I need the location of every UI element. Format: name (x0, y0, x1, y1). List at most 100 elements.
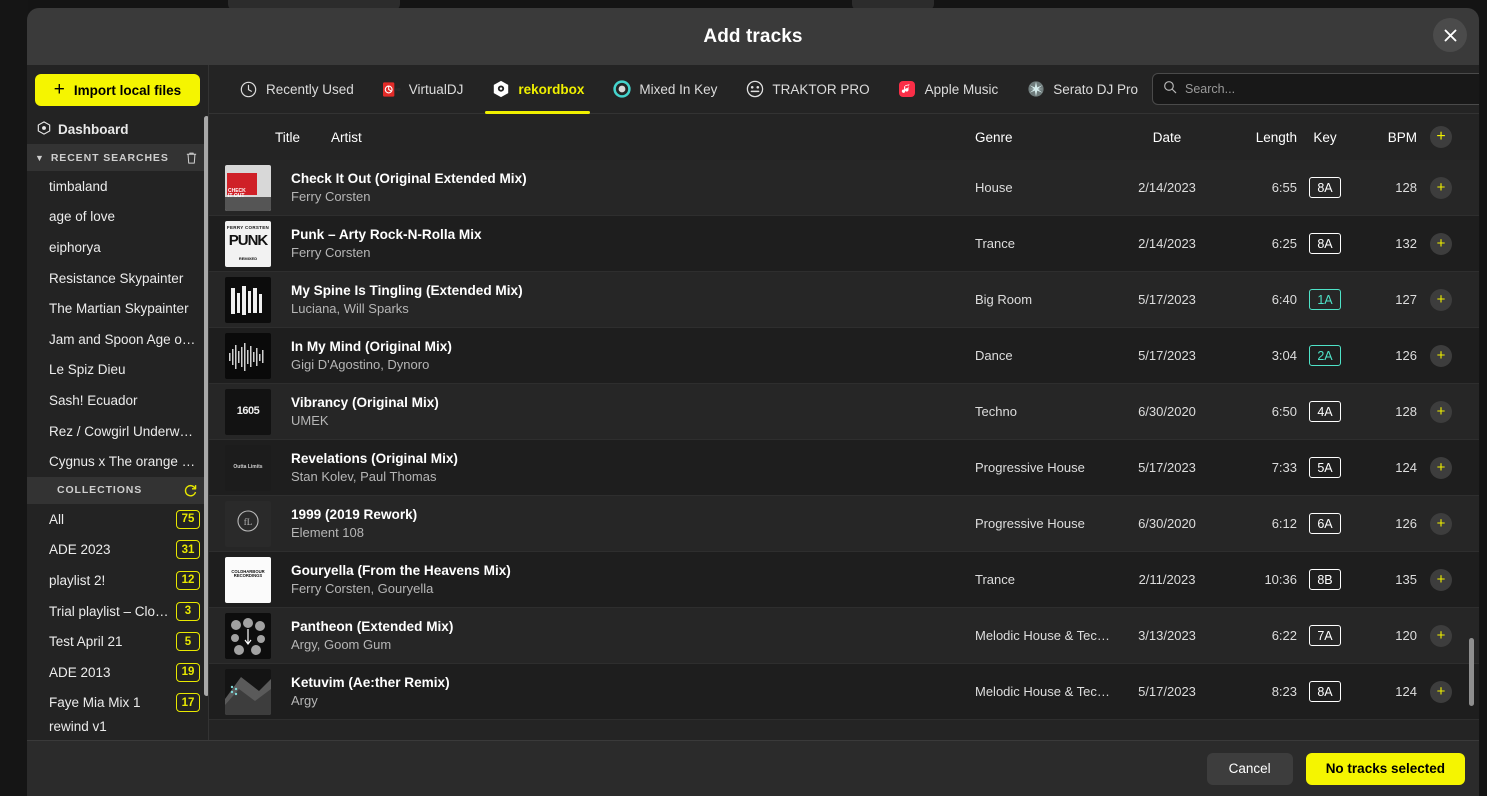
track-artist: Ferry Corsten (291, 189, 371, 204)
list-item[interactable]: Le Spiz Dieu (27, 355, 208, 386)
tab-traktor-pro-label: TRAKTOR PRO (772, 81, 870, 97)
track-title-cell: Gouryella (From the Heavens Mix) Ferry C… (291, 563, 975, 596)
sidebar-item-dashboard-label: Dashboard (58, 121, 129, 137)
sidebar-scroll-area[interactable]: Dashboard ▼ RECENT SEARCHES timbaland ag… (27, 114, 208, 740)
track-title-cell: My Spine Is Tingling (Extended Mix) Luci… (291, 283, 975, 316)
add-track-button[interactable]: + (1430, 344, 1452, 367)
search-input[interactable] (1185, 82, 1479, 96)
list-item[interactable]: eiphorya (27, 232, 208, 263)
trash-icon[interactable] (185, 151, 198, 165)
track-list[interactable]: CHECKIT OUT Check It Out (Original Exten… (209, 160, 1479, 740)
list-item[interactable]: All 75 (27, 504, 208, 535)
column-header-artist[interactable]: Artist (331, 130, 975, 145)
collection-label: playlist 2! (49, 572, 106, 588)
list-item[interactable]: ADE 2013 19 (27, 657, 208, 688)
list-item[interactable]: age of love (27, 202, 208, 233)
column-header-genre[interactable]: Genre (975, 130, 1111, 145)
table-row[interactable]: In My Mind (Original Mix) Gigi D'Agostin… (209, 328, 1479, 384)
track-artist: Ferry Corsten, Gouryella (291, 581, 434, 596)
table-row[interactable]: My Spine Is Tingling (Extended Mix) Luci… (209, 272, 1479, 328)
tab-recently-used[interactable]: Recently Used (225, 65, 368, 114)
track-date: 5/17/2023 (1138, 292, 1196, 307)
track-genre: Dance (975, 348, 1013, 363)
tab-mixed-in-key[interactable]: Mixed In Key (598, 65, 731, 114)
album-art (225, 276, 271, 323)
refresh-icon[interactable] (183, 483, 198, 498)
collection-count-badge: 12 (176, 570, 200, 590)
tab-apple-music[interactable]: Apple Music (884, 65, 1013, 114)
list-item[interactable]: Faye Mia Mix 1 17 (27, 688, 208, 719)
track-bpm: 124 (1395, 460, 1417, 475)
table-row[interactable]: FERRY CORSTEN PUNK REMIXED Punk – Arty R… (209, 216, 1479, 272)
collection-label: ADE 2013 (49, 664, 111, 680)
table-row[interactable]: COLDHARBOUR RECORDINGS Gouryella (From th… (209, 552, 1479, 608)
add-track-button[interactable]: + (1430, 400, 1452, 423)
add-track-button[interactable]: + (1430, 512, 1452, 535)
add-track-button[interactable]: + (1430, 624, 1452, 647)
column-header-key[interactable]: Key (1297, 130, 1353, 145)
track-key-cell: 8A (1297, 681, 1353, 702)
track-bpm: 126 (1395, 516, 1417, 531)
track-artist: Argy (291, 693, 318, 708)
track-bpm: 128 (1395, 404, 1417, 419)
track-add-cell: + (1417, 288, 1465, 311)
column-header-bpm[interactable]: BPM (1353, 130, 1417, 145)
table-row[interactable]: Pantheon (Extended Mix) Argy, Goom Gum M… (209, 608, 1479, 664)
track-list-scrollbar[interactable] (1469, 638, 1474, 706)
add-track-button[interactable]: + (1430, 680, 1452, 703)
table-row[interactable]: CHECKIT OUT Check It Out (Original Exten… (209, 160, 1479, 216)
track-key: 8A (1309, 233, 1341, 254)
list-item[interactable]: playlist 2! 12 (27, 565, 208, 596)
column-header-length[interactable]: Length (1223, 130, 1297, 145)
list-item[interactable]: Rez / Cowgirl Underw… (27, 416, 208, 447)
list-item[interactable]: The Martian Skypainter (27, 293, 208, 324)
list-item[interactable]: ADE 2023 31 (27, 535, 208, 566)
track-bpm: 132 (1395, 236, 1417, 251)
close-icon[interactable] (1433, 18, 1467, 52)
search-box[interactable] (1152, 73, 1479, 105)
sidebar-item-dashboard[interactable]: Dashboard (27, 114, 208, 144)
add-track-button[interactable]: + (1430, 568, 1452, 591)
import-local-files-button[interactable]: + Import local files (35, 74, 200, 106)
add-track-button[interactable]: + (1430, 288, 1452, 311)
collections-section-header[interactable]: COLLECTIONS (27, 476, 208, 504)
collection-count-badge: 3 (176, 601, 200, 621)
track-date: 6/30/2020 (1138, 404, 1196, 419)
track-date: 5/17/2023 (1138, 460, 1196, 475)
tab-rekordbox[interactable]: rekordbox (477, 65, 598, 114)
table-row[interactable]: 1605 Vibrancy (Original Mix) UMEK Techno… (209, 384, 1479, 440)
tab-virtualdj[interactable]: VirtualDJ (368, 65, 478, 114)
collection-count-badge: 75 (176, 509, 200, 529)
table-row[interactable]: fL 1999 (2019 Rework) Element 108 Progre… (209, 496, 1479, 552)
cancel-button[interactable]: Cancel (1206, 752, 1293, 785)
track-length: 10:36 (1264, 572, 1297, 587)
table-row[interactable]: Ketuvim (Ae:ther Remix) Argy Melodic Hou… (209, 664, 1479, 720)
list-item[interactable]: Resistance Skypainter (27, 263, 208, 294)
search-icon (1163, 80, 1177, 99)
recent-searches-section-header[interactable]: ▼ RECENT SEARCHES (27, 144, 208, 171)
list-item[interactable]: Test April 21 5 (27, 626, 208, 657)
add-track-button[interactable]: + (1430, 456, 1452, 479)
list-item[interactable]: timbaland (27, 171, 208, 202)
track-length: 3:04 (1271, 348, 1297, 363)
table-row[interactable]: Outta Limits Revelations (Original Mix) … (209, 440, 1479, 496)
track-key: 8A (1309, 681, 1341, 702)
add-all-icon[interactable]: + (1430, 126, 1452, 148)
column-header-title[interactable]: Title (275, 130, 331, 145)
confirm-button[interactable]: No tracks selected (1305, 752, 1465, 785)
tab-serato-dj-pro[interactable]: Serato DJ Pro (1012, 65, 1152, 114)
tab-traktor-pro[interactable]: TRAKTOR PRO (731, 65, 883, 114)
add-track-button[interactable]: + (1430, 232, 1452, 255)
track-key-cell: 6A (1297, 513, 1353, 534)
track-length: 6:25 (1271, 236, 1297, 251)
list-item[interactable]: Jam and Spoon Age o… (27, 324, 208, 355)
sidebar-scrollbar[interactable] (204, 116, 208, 696)
list-item[interactable]: rewind v1 (27, 718, 208, 734)
list-item[interactable]: Sash! Ecuador (27, 385, 208, 416)
album-art (225, 332, 271, 379)
list-item[interactable]: Trial playlist – Clo… 3 (27, 596, 208, 627)
add-track-button[interactable]: + (1430, 176, 1452, 199)
background-left-strip (0, 0, 28, 796)
column-header-date[interactable]: Date (1111, 130, 1223, 145)
list-item[interactable]: Cygnus x The orange … (27, 446, 208, 477)
